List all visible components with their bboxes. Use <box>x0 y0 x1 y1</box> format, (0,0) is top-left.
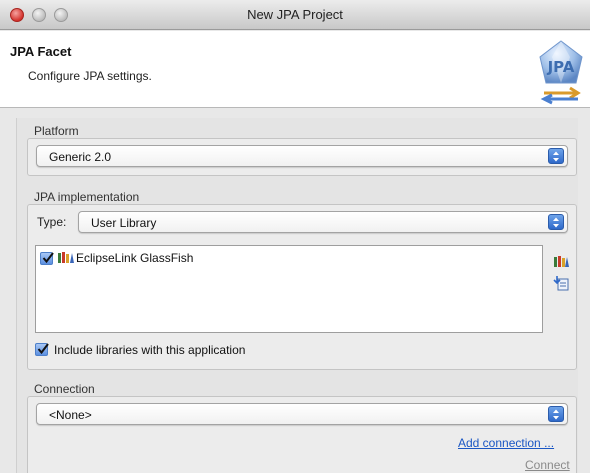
select-arrows-icon <box>548 214 564 230</box>
title-bar: New JPA Project <box>0 0 590 30</box>
connection-select-value: <None> <box>49 408 92 422</box>
type-select-value: User Library <box>91 216 157 230</box>
jpa-implementation-label: JPA implementation <box>34 190 140 204</box>
library-checkbox[interactable] <box>40 252 54 265</box>
library-list[interactable]: EclipseLink GlassFish <box>35 245 543 333</box>
page-description: Configure JPA settings. <box>28 69 152 83</box>
include-libraries-label: Include libraries with this application <box>54 343 246 357</box>
library-name: EclipseLink GlassFish <box>76 251 194 265</box>
platform-label: Platform <box>34 124 79 138</box>
add-connection-link[interactable]: Add connection ... <box>458 436 554 450</box>
platform-select[interactable]: Generic 2.0 <box>36 145 568 167</box>
connection-select[interactable]: <None> <box>36 403 568 425</box>
manage-libraries-icon[interactable] <box>553 253 569 269</box>
include-libraries-option[interactable]: Include libraries with this application <box>35 341 335 359</box>
page-title: JPA Facet <box>10 44 72 59</box>
library-icon <box>58 252 74 263</box>
window-title: New JPA Project <box>247 7 343 22</box>
jpa-implementation-group: Type: User Library EclipseLink GlassFish <box>27 204 577 370</box>
connection-group: <None> Add connection ... Connect <box>27 396 577 473</box>
wizard-content: Platform Generic 2.0 JPA implementation … <box>16 118 578 473</box>
type-select[interactable]: User Library <box>78 211 568 233</box>
platform-group: Generic 2.0 <box>27 138 577 176</box>
library-list-item[interactable]: EclipseLink GlassFish <box>36 246 542 266</box>
connection-label: Connection <box>34 382 95 396</box>
logo-text: JPA <box>547 58 575 76</box>
include-libraries-checkbox[interactable] <box>35 343 49 356</box>
select-arrows-icon <box>548 406 564 422</box>
wizard-header: JPA Facet Configure JPA settings. JPA <box>0 31 590 108</box>
download-library-icon[interactable] <box>553 275 569 291</box>
select-arrows-icon <box>548 148 564 164</box>
jpa-logo-icon: JPA <box>539 40 583 105</box>
platform-select-value: Generic 2.0 <box>49 150 112 164</box>
connect-link[interactable]: Connect <box>525 458 570 472</box>
type-label: Type: <box>37 215 67 229</box>
